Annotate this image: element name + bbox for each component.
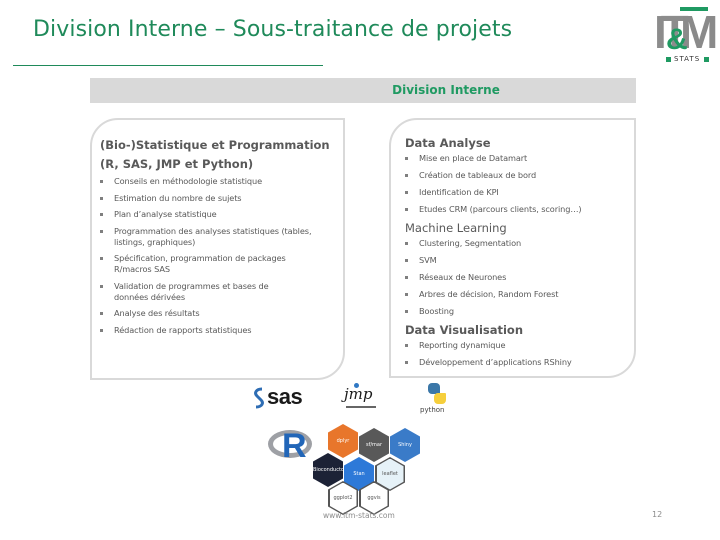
python-wordmark: python: [420, 406, 445, 414]
data-analyse-block: Data Analyse Mise en place de Datamart C…: [405, 134, 633, 374]
biostat-panel: (Bio-)Statistique et Programmation (R, S…: [90, 118, 345, 380]
dplyr-hex-icon: dplyr: [328, 424, 358, 458]
bullet-icon: [100, 312, 103, 315]
banner-label: Division Interne: [392, 83, 500, 97]
logo-dot-left: [666, 57, 671, 62]
list-item-text: Identification de KPI: [419, 187, 499, 197]
list-item-text: Analyse des résultats: [114, 308, 200, 318]
list-item: Réseaux de Neurones: [405, 272, 633, 283]
logo-dot-right: [704, 57, 709, 62]
python-logo: python: [420, 383, 454, 419]
list-item: Création de tableaux de bord: [405, 170, 633, 181]
bullet-icon: [100, 229, 103, 233]
jmp-logo: jmp: [344, 383, 378, 411]
bullet-icon: [100, 180, 103, 183]
machine-learning-heading: Machine Learning: [405, 221, 507, 235]
bullet-icon: [405, 293, 408, 296]
list-item-text: Réseaux de Neurones: [419, 272, 507, 282]
bullet-icon: [405, 242, 408, 245]
footer-url[interactable]: www.itm-stats.com: [323, 511, 395, 520]
bioconductor-hex-icon: Bioconductor: [313, 453, 343, 487]
sf-hex-icon: sf/mar: [359, 428, 389, 462]
list-item: Validation de programmes et bases de don…: [100, 281, 299, 303]
bullet-icon: [405, 276, 408, 279]
list-item: Boosting: [405, 306, 633, 317]
bullet-icon: [405, 310, 408, 313]
bullet-icon: [100, 328, 103, 332]
list-item-text: Programmation des analyses statistiques …: [114, 225, 312, 247]
data-analyse-heading: Data Analyse: [405, 136, 491, 150]
sas-logo: sas: [252, 385, 310, 411]
list-item-text: Validation de programmes et bases de don…: [114, 280, 269, 302]
bullet-icon: [405, 191, 408, 194]
logo-ampersand: &: [666, 23, 688, 56]
list-item-text: Arbres de décision, Random Forest: [419, 289, 559, 299]
list-item-text: Conseils en méthodologie statistique: [114, 176, 263, 186]
bullet-icon: [100, 284, 103, 288]
list-item: Reporting dynamique: [405, 340, 633, 351]
list-item: Arbres de décision, Random Forest: [405, 289, 633, 300]
r-letter: R: [282, 427, 307, 465]
list-item: Mise en place de Datamart: [405, 153, 633, 164]
list-item: Etudes CRM (parcours clients, scoring…): [405, 204, 633, 215]
data-visualisation-list: Reporting dynamique Développement d’appl…: [405, 340, 633, 368]
logo-subtitle: STATS: [674, 55, 701, 63]
list-item: Développement d’applications RShiny: [405, 357, 633, 368]
bullet-icon: [100, 257, 103, 260]
bullet-icon: [405, 174, 408, 177]
biostat-list: Conseils en méthodologie statistique Est…: [100, 176, 340, 336]
list-item-text: Plan d’analyse statistique: [114, 209, 217, 219]
list-item: Spécification, programmation de packages…: [100, 253, 319, 275]
jmp-wordmark: jmp: [344, 385, 373, 403]
list-item: SVM: [405, 255, 633, 266]
list-item: Clustering, Segmentation: [405, 238, 633, 249]
list-item-text: Etudes CRM (parcours clients, scoring…): [419, 204, 582, 214]
sas-s-icon: [254, 387, 264, 409]
list-item-text: SVM: [419, 255, 437, 265]
list-item: Rédaction de rapports statistiques: [100, 325, 340, 336]
machine-learning-list: Clustering, Segmentation SVM Réseaux de …: [405, 238, 633, 317]
data-analyse-list: Mise en place de Datamart Création de ta…: [405, 153, 633, 215]
list-item: Programmation des analyses statistiques …: [100, 226, 314, 248]
data-visualisation-heading: Data Visualisation: [405, 323, 524, 337]
jmp-underline: [346, 406, 376, 408]
list-item: Conseils en méthodologie statistique: [100, 176, 340, 187]
list-item-text: Reporting dynamique: [419, 340, 506, 350]
bullet-icon: [405, 157, 408, 160]
bullet-icon: [405, 259, 408, 262]
biostat-heading-line2: (R, SAS, JMP et Python): [100, 157, 254, 171]
bullet-icon: [405, 208, 408, 211]
bullet-icon: [100, 213, 103, 216]
shiny-hex-icon: Shiny: [390, 428, 420, 462]
bullet-icon: [405, 361, 408, 364]
section-banner: Division Interne: [90, 78, 636, 103]
list-item-text: Spécification, programmation de packages…: [114, 253, 286, 274]
r-logo: R: [268, 428, 314, 464]
biostat-block: (Bio-)Statistique et Programmation (R, S…: [100, 136, 340, 341]
itm-stats-logo: IT M & STATS: [652, 5, 718, 65]
list-item-text: Développement d’applications RShiny: [419, 357, 572, 367]
list-item: Analyse des résultats: [100, 308, 340, 319]
list-item-text: Création de tableaux de bord: [419, 170, 537, 180]
list-item: Estimation du nombre de sujets: [100, 193, 340, 204]
bullet-icon: [405, 344, 408, 347]
list-item-text: Mise en place de Datamart: [419, 153, 528, 163]
page-number: 12: [652, 510, 663, 519]
sas-wordmark: sas: [267, 384, 303, 409]
list-item: Identification de KPI: [405, 187, 633, 198]
title-underline: [13, 65, 323, 66]
slide-title: Division Interne – Sous-traitance de pro…: [33, 17, 513, 42]
bullet-icon: [100, 196, 103, 200]
ggplot2-hex-label: ggplot2: [329, 482, 357, 514]
data-services-panel: Data Analyse Mise en place de Datamart C…: [389, 118, 636, 378]
list-item: Plan d’analyse statistique: [100, 209, 340, 220]
ggvis-hex-label: ggvis: [360, 482, 388, 514]
list-item-text: Boosting: [419, 306, 454, 316]
list-item-text: Estimation du nombre de sujets: [114, 192, 242, 203]
list-item-text: Clustering, Segmentation: [419, 238, 522, 248]
list-item-text: Rédaction de rapports statistiques: [114, 324, 252, 335]
biostat-heading-line1: (Bio-)Statistique et Programmation: [100, 138, 330, 152]
python-snake-yellow-icon: [434, 393, 446, 404]
